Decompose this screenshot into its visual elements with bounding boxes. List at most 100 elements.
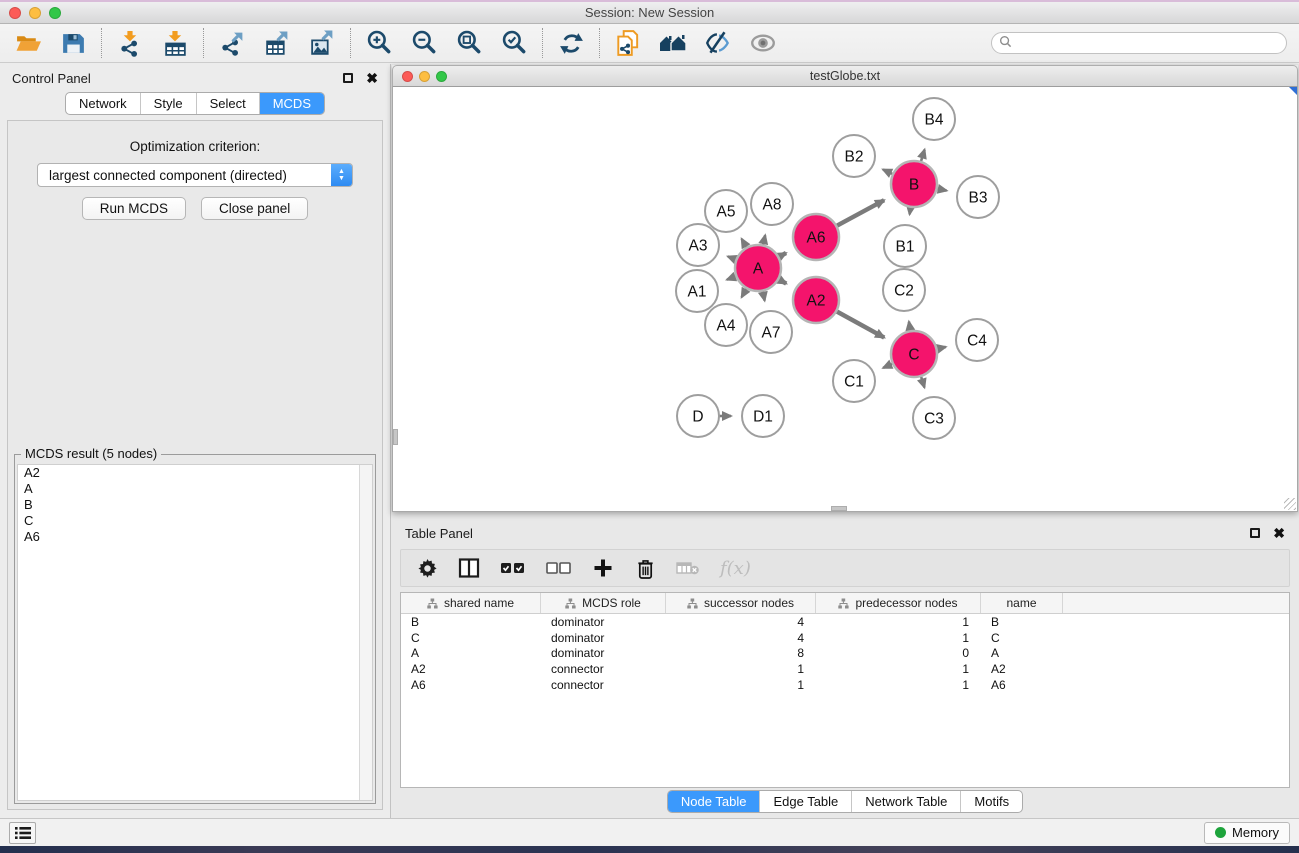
search-field[interactable] [991, 32, 1287, 54]
graph-node-D1[interactable]: D1 [742, 395, 784, 437]
graph-edge-A-A1[interactable] [727, 276, 737, 280]
graph-node-C1[interactable]: C1 [833, 360, 875, 402]
table-settings-gear-icon[interactable] [416, 556, 438, 580]
export-network-icon[interactable] [218, 29, 246, 57]
graph-edge-A2-C[interactable] [836, 311, 884, 337]
graph-edge-B-B2[interactable] [883, 170, 893, 175]
network-close-button[interactable] [402, 71, 413, 82]
table-row[interactable]: A6connector11A6 [401, 677, 1289, 693]
graph-edge-A-A7[interactable] [763, 291, 765, 301]
show-column-panel-icon[interactable] [458, 556, 480, 580]
result-item[interactable]: B [18, 497, 372, 513]
minimize-window-button[interactable] [29, 7, 41, 19]
graph-node-A4[interactable]: A4 [705, 304, 747, 346]
graph-node-B4[interactable]: B4 [913, 98, 955, 140]
column-header-mcds-role[interactable]: MCDS role [541, 593, 666, 613]
add-column-icon[interactable] [592, 556, 614, 580]
graph-node-A[interactable]: A [735, 245, 781, 291]
tab-node-table[interactable]: Node Table [668, 791, 761, 812]
criterion-dropdown[interactable]: largest connected component (directed) ▲… [37, 163, 353, 187]
graph-node-D[interactable]: D [677, 395, 719, 437]
graph-node-B1[interactable]: B1 [884, 225, 926, 267]
import-network-icon[interactable] [116, 29, 144, 57]
result-item[interactable]: C [18, 513, 372, 529]
graph-node-A1[interactable]: A1 [676, 270, 718, 312]
network-documents-icon[interactable] [614, 29, 642, 57]
graph-edge-B-B4[interactable] [921, 150, 925, 162]
graph-node-A2[interactable]: A2 [793, 277, 839, 323]
graph-edge-A-A5[interactable] [742, 239, 747, 248]
houses-icon[interactable] [659, 29, 687, 57]
canvas-vertical-scroll-thumb[interactable] [393, 429, 398, 445]
open-file-icon[interactable] [14, 29, 42, 57]
tab-select[interactable]: Select [197, 93, 260, 114]
table-row[interactable]: Cdominator41C [401, 630, 1289, 646]
delete-row-trash-icon[interactable] [634, 556, 656, 580]
graph-edge-A-A6[interactable] [778, 253, 786, 257]
graph-edge-C-C1[interactable] [883, 363, 893, 367]
column-header-successor-nodes[interactable]: successor nodes [666, 593, 816, 613]
zoom-out-icon[interactable] [410, 29, 438, 57]
graph-node-C3[interactable]: C3 [913, 397, 955, 439]
tab-style[interactable]: Style [141, 93, 197, 114]
graph-node-B3[interactable]: B3 [957, 176, 999, 218]
tab-mcds[interactable]: MCDS [260, 93, 324, 114]
graph-node-C4[interactable]: C4 [956, 319, 998, 361]
table-row[interactable]: Adominator80A [401, 645, 1289, 661]
result-item[interactable]: A [18, 481, 372, 497]
deselect-all-icon[interactable] [546, 556, 572, 580]
graph-edge-B-B3[interactable] [937, 189, 947, 191]
graph-node-A8[interactable]: A8 [751, 183, 793, 225]
zoom-selected-icon[interactable] [500, 29, 528, 57]
graph-node-A7[interactable]: A7 [750, 311, 792, 353]
result-item[interactable]: A2 [18, 465, 372, 481]
network-minimize-button[interactable] [419, 71, 430, 82]
graph-node-A6[interactable]: A6 [793, 214, 839, 260]
graph-edge-A-A4[interactable] [742, 288, 747, 297]
result-list-scrollbar[interactable] [359, 465, 372, 800]
graph-edge-A-A8[interactable] [763, 235, 765, 245]
graph-node-C2[interactable]: C2 [883, 269, 925, 311]
result-item[interactable]: A6 [18, 529, 372, 545]
run-mcds-button[interactable]: Run MCDS [82, 197, 186, 220]
show-details-icon[interactable] [749, 29, 777, 57]
import-table-icon[interactable] [161, 29, 189, 57]
graph-edge-C-C4[interactable] [936, 347, 945, 349]
close-panel-icon[interactable]: ✖ [366, 73, 378, 83]
column-header-name[interactable]: name [981, 593, 1063, 613]
close-table-panel-icon[interactable]: ✖ [1273, 528, 1285, 538]
export-table-icon[interactable] [263, 29, 291, 57]
tab-network-table[interactable]: Network Table [852, 791, 961, 812]
graph-edge-A-A2[interactable] [778, 279, 786, 283]
graph-edge-C-C3[interactable] [921, 376, 925, 388]
close-window-button[interactable] [9, 7, 21, 19]
tab-edge-table[interactable]: Edge Table [760, 791, 852, 812]
graph-node-B[interactable]: B [891, 161, 937, 207]
column-header-predecessor-nodes[interactable]: predecessor nodes [816, 593, 981, 613]
task-history-button[interactable] [9, 822, 36, 844]
tab-motifs[interactable]: Motifs [961, 791, 1022, 812]
graph-node-A3[interactable]: A3 [677, 224, 719, 266]
network-canvas[interactable]: B4 B2 B B3 A8A5 A6 A3 B1 A A1 C2 A2 A4A7 C4 C C1 C3 D D1 [392, 87, 1298, 512]
close-panel-button[interactable]: Close panel [201, 197, 308, 220]
column-header-shared-name[interactable]: shared name [401, 593, 541, 613]
search-input[interactable] [1017, 36, 1279, 50]
refresh-icon[interactable] [557, 29, 585, 57]
graph-node-A5[interactable]: A5 [705, 190, 747, 232]
graph-node-C[interactable]: C [891, 331, 937, 377]
zoom-in-icon[interactable] [365, 29, 393, 57]
table-row[interactable]: Bdominator41B [401, 614, 1289, 630]
network-zoom-button[interactable] [436, 71, 447, 82]
zoom-window-button[interactable] [49, 7, 61, 19]
save-session-icon[interactable] [59, 29, 87, 57]
table-row[interactable]: A2connector11A2 [401, 661, 1289, 677]
window-resize-grip[interactable] [1284, 498, 1296, 510]
float-table-panel-icon[interactable] [1250, 528, 1260, 538]
float-panel-icon[interactable] [343, 73, 353, 83]
select-all-icon[interactable] [500, 556, 526, 580]
graph-node-B2[interactable]: B2 [833, 135, 875, 177]
graph-edge-A-A3[interactable] [728, 256, 737, 259]
hide-details-icon[interactable] [704, 29, 732, 57]
graph-edge-C-C2[interactable] [909, 322, 911, 332]
export-image-icon[interactable] [308, 29, 336, 57]
